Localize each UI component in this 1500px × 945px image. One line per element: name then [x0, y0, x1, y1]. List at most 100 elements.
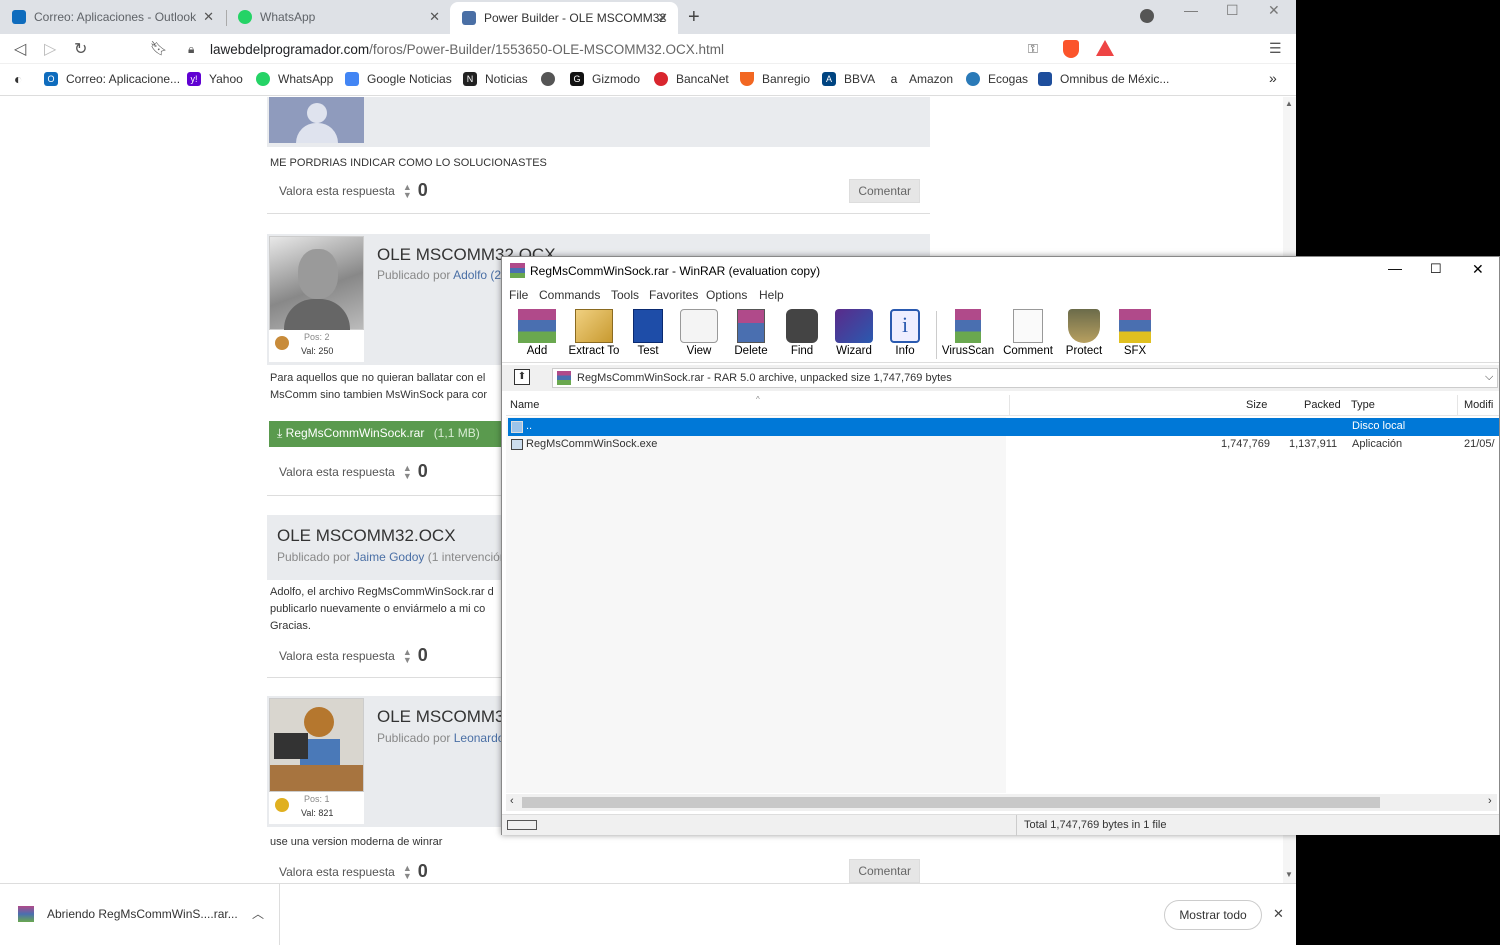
url-field[interactable]: lawebdelprogramador.com/foros/Power-Buil… [210, 42, 724, 57]
author-link[interactable]: Adolfo (2 [453, 268, 501, 282]
attachment-download[interactable]: ⤓ RegMsCommWinSock.rar (1,1 MB) [269, 421, 509, 447]
profile-dropdown-icon[interactable] [1140, 9, 1154, 23]
tab-power-builder[interactable]: Power Builder - OLE MSCOMM32 ✕ [450, 2, 678, 34]
close-window-icon[interactable]: ✕ [1268, 2, 1280, 19]
scroll-thumb[interactable] [522, 797, 1380, 808]
scroll-down-icon[interactable]: ▼ [1285, 870, 1293, 879]
column-modified[interactable]: Modifi [1464, 399, 1493, 411]
comment-button[interactable]: Comment [998, 309, 1058, 357]
add-button[interactable]: Add [510, 309, 564, 357]
comment-button[interactable]: Comentar [849, 179, 920, 203]
chevron-down-icon[interactable]: ⌵ [1485, 371, 1493, 384]
view-button[interactable]: View [672, 309, 726, 357]
bookmark-bbva[interactable]: A BBVA [822, 72, 875, 86]
author-link[interactable]: Leonardo [454, 731, 505, 745]
bookmark-bancanet[interactable]: BancaNet [654, 72, 729, 86]
test-button[interactable]: Test [621, 309, 675, 357]
winrar-icon [510, 263, 525, 278]
menu-file[interactable]: File [509, 288, 528, 302]
path-dropdown[interactable]: RegMsCommWinSock.rar - RAR 5.0 archive, … [552, 368, 1498, 388]
winrar-window: RegMsCommWinSock.rar - WinRAR (evaluatio… [501, 256, 1500, 836]
vote-arrows-icon[interactable]: ▲ ▼ [403, 647, 412, 664]
menu-options[interactable]: Options [706, 288, 747, 302]
scroll-right-icon[interactable]: › [1488, 795, 1492, 807]
bookmark-gizmodo[interactable]: G Gizmodo [570, 72, 640, 86]
menu-help[interactable]: Help [759, 288, 784, 302]
protect-button[interactable]: Protect [1057, 309, 1111, 357]
bookmark-noticias[interactable]: N Noticias [463, 72, 528, 86]
close-icon[interactable]: ✕ [203, 9, 214, 25]
key-icon[interactable]: ⚿ [1028, 41, 1038, 57]
file-row-parent[interactable]: .. Disco local [508, 418, 1499, 436]
minimize-icon[interactable]: — [1184, 2, 1198, 18]
tool-label: Info [895, 345, 915, 357]
close-icon[interactable]: ✕ [657, 10, 668, 26]
tab-title: Power Builder - OLE MSCOMM32 [484, 11, 667, 25]
published-label: Publicado por [277, 550, 351, 564]
apps-icon[interactable]: ◐ [14, 71, 22, 87]
up-folder-icon[interactable]: ⬆ [514, 369, 530, 385]
tab-whatsapp[interactable]: WhatsApp ✕ [226, 0, 450, 34]
info-button[interactable]: i Info [878, 309, 932, 357]
bookmark-globe[interactable] [541, 72, 563, 86]
file-row[interactable]: RegMsCommWinSock.exe 1,747,769 1,137,911… [508, 436, 1499, 454]
drive-key-icon[interactable] [507, 820, 537, 830]
brave-rewards-icon[interactable] [1096, 40, 1114, 56]
sfx-button[interactable]: SFX [1108, 309, 1162, 357]
menu-icon[interactable]: ☰ [1269, 40, 1282, 57]
bookmark-omnibus[interactable]: Omnibus de Méxic... [1038, 72, 1169, 86]
bookmark-amazon[interactable]: a Amazon [887, 72, 953, 86]
bookmark-google-news[interactable]: Google Noticias [345, 72, 452, 86]
bookmark-whatsapp[interactable]: WhatsApp [256, 72, 333, 86]
banregio-icon [740, 72, 754, 86]
vote-arrows-icon[interactable]: ▲ ▼ [403, 863, 412, 880]
column-packed[interactable]: Packed [1304, 399, 1341, 411]
download-item[interactable]: Abriendo RegMsCommWinS....rar... ︿ [0, 884, 280, 945]
brave-shield-icon[interactable] [1063, 40, 1079, 58]
wizard-button[interactable]: Wizard [827, 309, 881, 357]
find-button[interactable]: Find [775, 309, 829, 357]
menu-favorites[interactable]: Favorites [649, 288, 698, 302]
forward-icon[interactable]: ▷ [44, 39, 56, 59]
user-rank: Pos: 2 Val: 250 [269, 330, 364, 362]
bookmark-outlook[interactable]: O Correo: Aplicacione... [44, 72, 180, 86]
close-icon[interactable]: ✕ [429, 9, 440, 25]
vote-arrows-icon[interactable]: ▲ ▼ [403, 463, 412, 480]
scroll-up-icon[interactable]: ▲ [1285, 99, 1293, 108]
back-icon[interactable]: ◁ [14, 39, 26, 59]
bookmark-yahoo[interactable]: y! Yahoo [187, 72, 243, 86]
reload-icon[interactable]: ↻ [74, 39, 87, 59]
column-name[interactable]: Name [510, 399, 539, 411]
maximize-icon[interactable]: ☐ [1226, 2, 1239, 19]
column-size[interactable]: Size [1246, 399, 1267, 411]
bookmark-icon[interactable]: 🔖︎ [150, 40, 168, 57]
minimize-icon[interactable]: — [1388, 260, 1402, 276]
bookmark-ecogas[interactable]: Ecogas [966, 72, 1028, 86]
virusscan-button[interactable]: VirusScan [939, 309, 997, 357]
comment-button[interactable]: Comentar [849, 859, 920, 883]
show-all-button[interactable]: Mostrar todo [1164, 900, 1262, 930]
scroll-left-icon[interactable]: ‹ [510, 795, 514, 807]
more-bookmarks-icon[interactable]: » [1269, 70, 1277, 86]
vote-arrows-icon[interactable]: ▲ ▼ [403, 182, 412, 199]
column-type[interactable]: Type [1351, 399, 1375, 411]
post-line: Adolfo, el archivo RegMsCommWinSock.rar … [270, 586, 494, 598]
delete-button[interactable]: Delete [724, 309, 778, 357]
close-icon[interactable]: ✕ [1273, 906, 1284, 922]
rate-label: Valora esta respuesta [279, 648, 395, 663]
close-window-icon[interactable]: ✕ [1472, 261, 1484, 278]
bookmark-banregio[interactable]: Banregio [740, 72, 810, 86]
extract-to-button[interactable]: Extract To [565, 309, 623, 357]
chevron-up-icon[interactable]: ︿ [252, 905, 264, 922]
bookmark-label: Yahoo [209, 72, 243, 86]
horizontal-scrollbar[interactable]: ‹ › [506, 794, 1497, 811]
bookmark-label: Ecogas [988, 72, 1029, 86]
maximize-icon[interactable]: ☐ [1430, 261, 1442, 277]
google-news-icon [345, 72, 359, 86]
menu-commands[interactable]: Commands [539, 288, 600, 302]
virusscan-icon [955, 309, 981, 343]
tab-outlook[interactable]: Correo: Aplicaciones - Outlook ✕ [0, 0, 224, 34]
menu-tools[interactable]: Tools [611, 288, 639, 302]
new-tab-button[interactable]: + [688, 6, 700, 29]
author-link[interactable]: Jaime Godoy [354, 550, 425, 564]
